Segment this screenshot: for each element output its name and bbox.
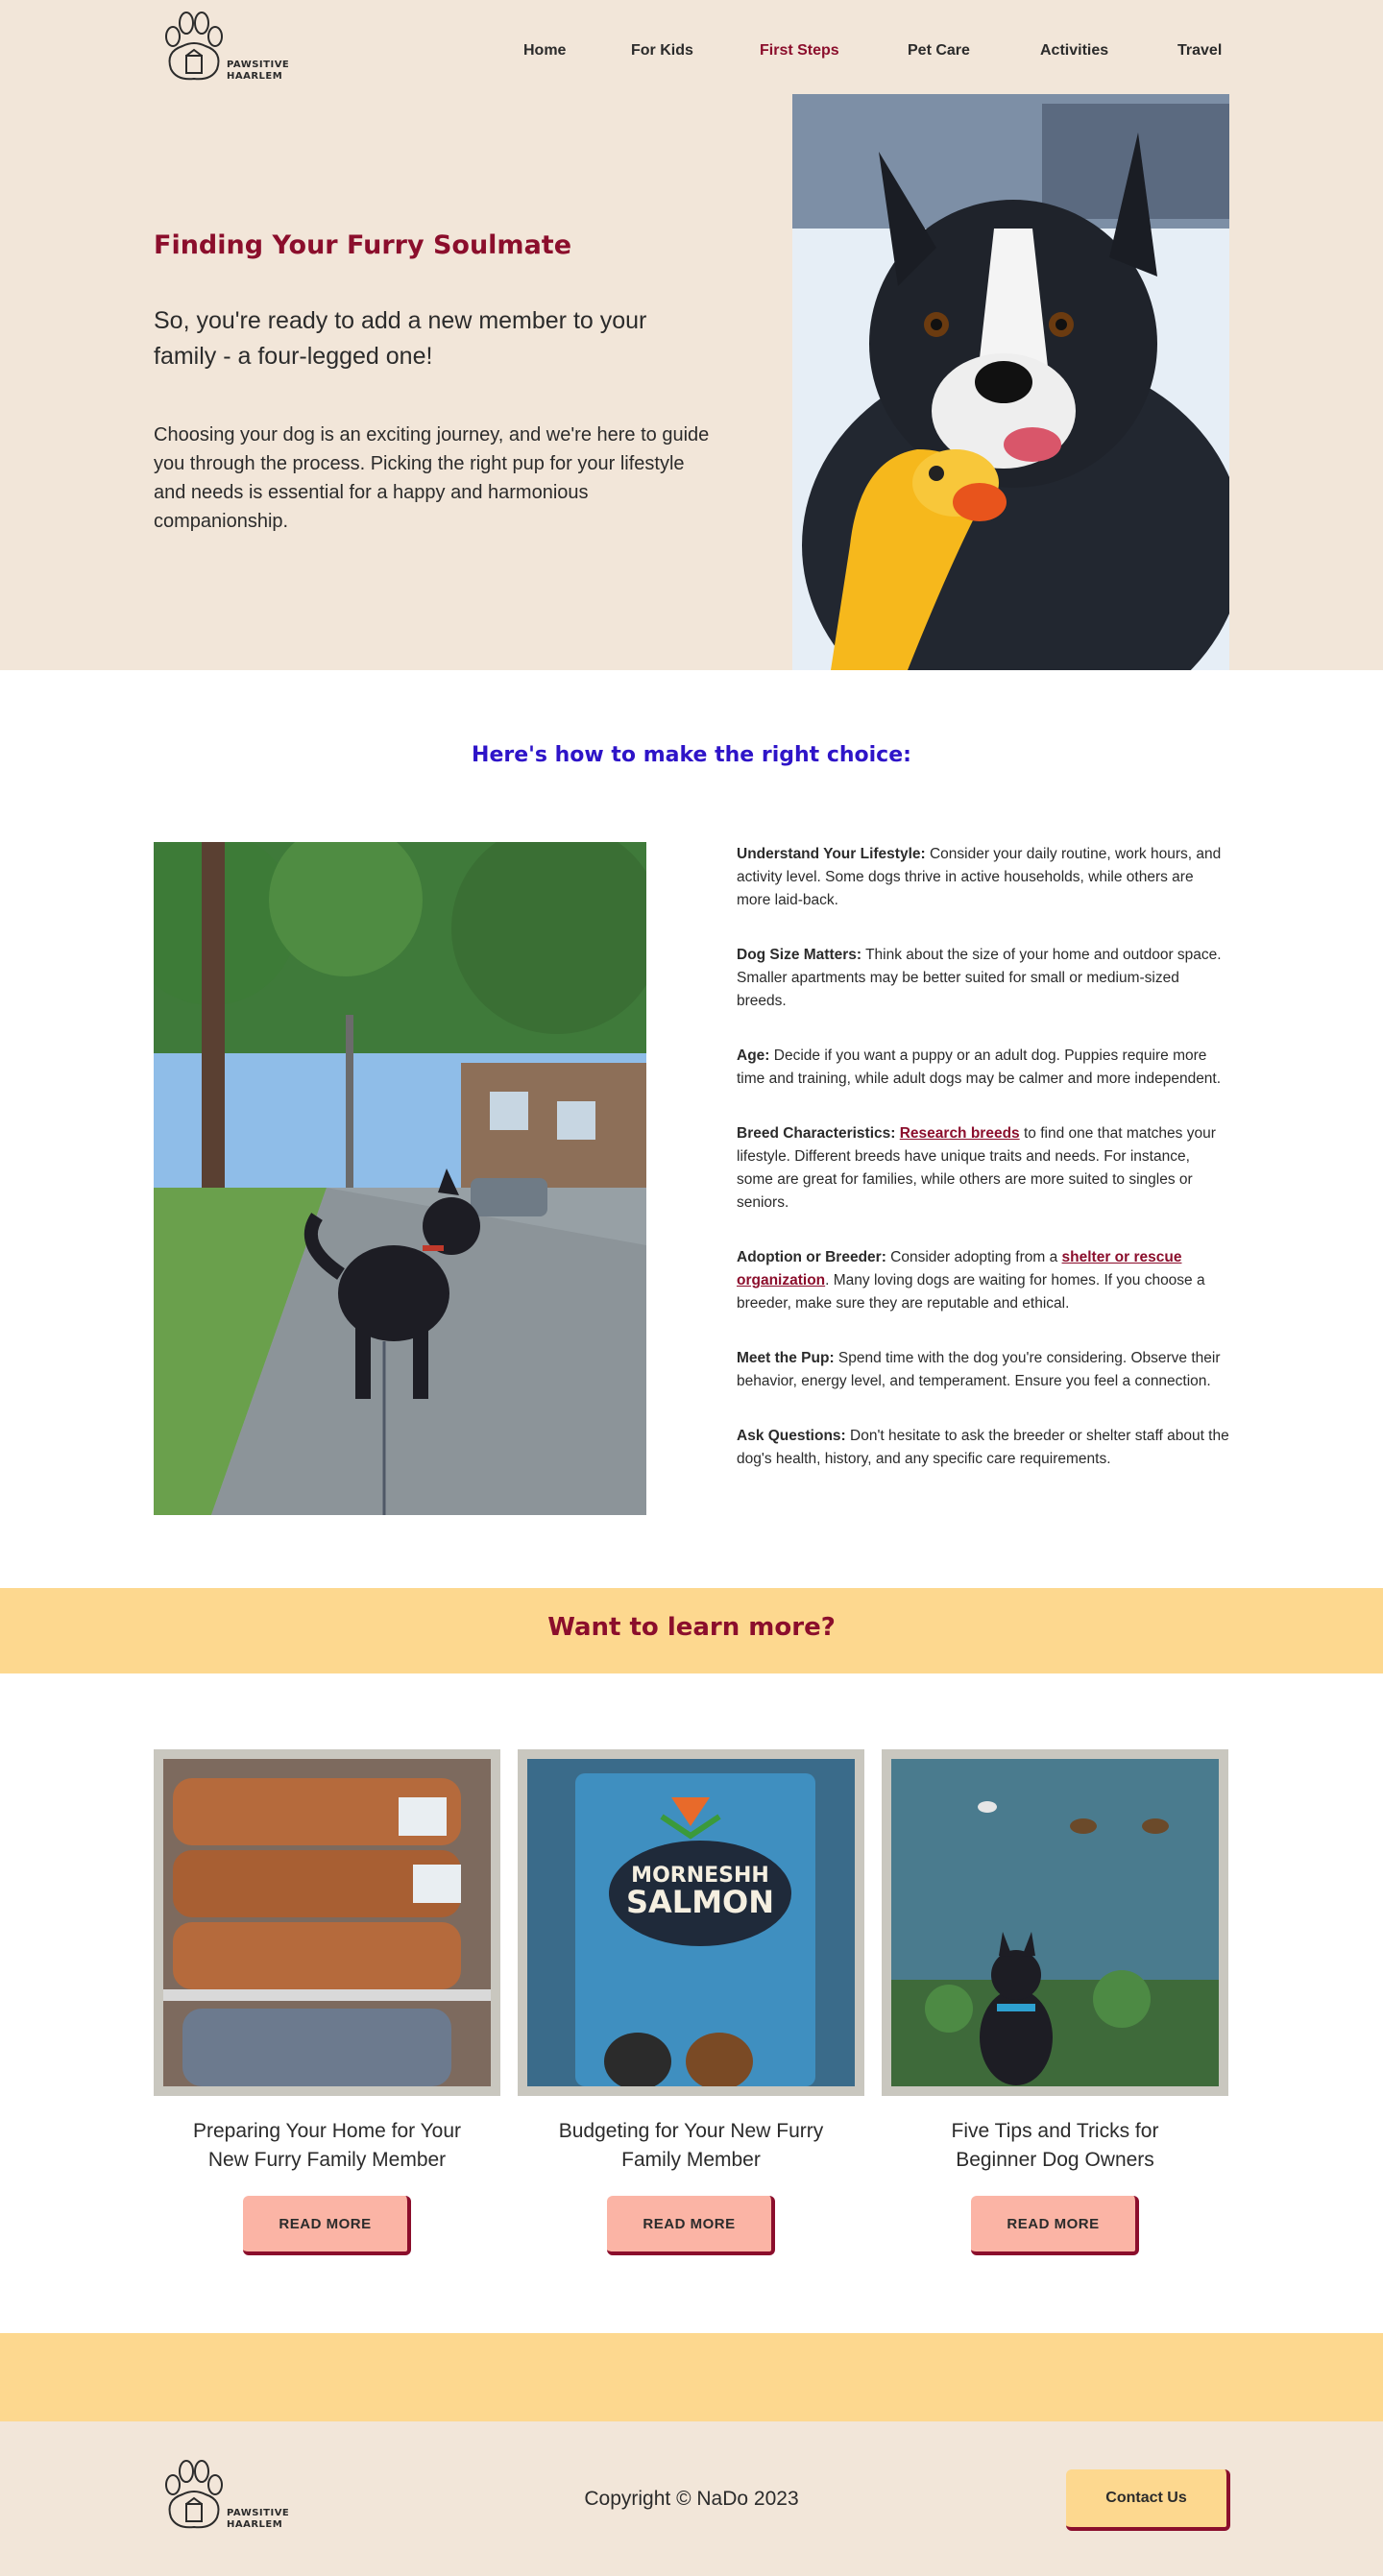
- dog-pond-image: [882, 1749, 1228, 2096]
- bag-text-2: SALMON: [626, 1884, 774, 1920]
- tips-list: Understand Your Lifestyle: Consider your…: [737, 843, 1229, 1503]
- tip-heading: Age:: [737, 1047, 770, 1064]
- nav-first-steps[interactable]: First Steps: [760, 42, 839, 60]
- research-breeds-link[interactable]: Research breeds: [900, 1125, 1020, 1142]
- card-title: Preparing Your Home for Your New Furry F…: [192, 2120, 462, 2171]
- tip-heading: Ask Questions:: [737, 1428, 846, 1444]
- tip-heading: Understand Your Lifestyle:: [737, 846, 926, 862]
- nav-pet-care[interactable]: Pet Care: [908, 42, 970, 60]
- hero-subtitle: So, you're ready to add a new member to …: [154, 307, 647, 370]
- tip-size: Dog Size Matters: Think about the size o…: [737, 944, 1229, 1013]
- logo-line-2: HAARLEM: [227, 2519, 283, 2530]
- tip-adoption: Adoption or Breeder: Consider adopting f…: [737, 1246, 1229, 1315]
- logo-text: PAWSITIVE HAARLEM: [227, 2508, 289, 2531]
- dog-beds-image: [154, 1749, 500, 2096]
- tip-text: Decide if you want a puppy or an adult d…: [737, 1047, 1222, 1087]
- tip-questions: Ask Questions: Don't hesitate to ask the…: [737, 1425, 1229, 1471]
- read-more-button[interactable]: READ MORE: [243, 2196, 411, 2255]
- article-card: MORNESHH SALMON Budgeting for Your New F…: [518, 1749, 864, 2255]
- tip-heading: Meet the Pup:: [737, 1350, 835, 1366]
- read-more-button[interactable]: READ MORE: [971, 2196, 1139, 2255]
- choice-title: Here's how to make the right choice:: [472, 743, 911, 767]
- main-nav: Home For Kids First Steps Pet Care Activ…: [0, 42, 1383, 65]
- nav-for-kids[interactable]: For Kids: [631, 42, 693, 60]
- nav-activities[interactable]: Activities: [1040, 42, 1108, 60]
- card-title: Five Tips and Tricks for Beginner Dog Ow…: [951, 2120, 1159, 2171]
- logo-line-2: HAARLEM: [227, 71, 283, 82]
- article-card: Preparing Your Home for Your New Furry F…: [154, 1749, 500, 2255]
- article-card: Five Tips and Tricks for Beginner Dog Ow…: [882, 1749, 1228, 2255]
- nav-travel[interactable]: Travel: [1177, 42, 1222, 60]
- hero-body: Choosing your dog is an exciting journey…: [154, 424, 710, 532]
- tip-pretext: Consider adopting from a: [886, 1249, 1062, 1265]
- hero-section: Finding Your Furry Soulmate So, you're r…: [0, 94, 1383, 670]
- dog-food-bag-image: MORNESHH SALMON: [518, 1749, 864, 2096]
- hero-title: Finding Your Furry Soulmate: [154, 230, 572, 260]
- tip-heading: Adoption or Breeder:: [737, 1249, 886, 1265]
- card-title: Budgeting for Your New Furry Family Memb…: [558, 2120, 824, 2171]
- tip-meet: Meet the Pup: Spend time with the dog yo…: [737, 1347, 1229, 1393]
- read-more-button[interactable]: READ MORE: [607, 2196, 775, 2255]
- tip-lifestyle: Understand Your Lifestyle: Consider your…: [737, 843, 1229, 912]
- tip-breed: Breed Characteristics: Research breeds t…: [737, 1122, 1229, 1215]
- learn-more-band: Want to learn more?: [0, 1588, 1383, 1673]
- nav-home[interactable]: Home: [523, 42, 566, 60]
- learn-more-title: Want to learn more?: [547, 1613, 836, 1642]
- street-dog-image: [154, 842, 646, 1515]
- tip-heading: Breed Characteristics:: [737, 1125, 896, 1142]
- footer-band: [0, 2333, 1383, 2421]
- site-header: PAWSITIVE HAARLEM Home For Kids First St…: [0, 0, 1383, 94]
- tip-age: Age: Decide if you want a puppy or an ad…: [737, 1045, 1229, 1091]
- hero-dog-image: [792, 94, 1229, 670]
- tip-heading: Dog Size Matters:: [737, 947, 862, 963]
- contact-us-button[interactable]: Contact Us: [1066, 2469, 1230, 2531]
- site-footer: PAWSITIVE HAARLEM Copyright © NaDo 2023 …: [0, 2421, 1383, 2576]
